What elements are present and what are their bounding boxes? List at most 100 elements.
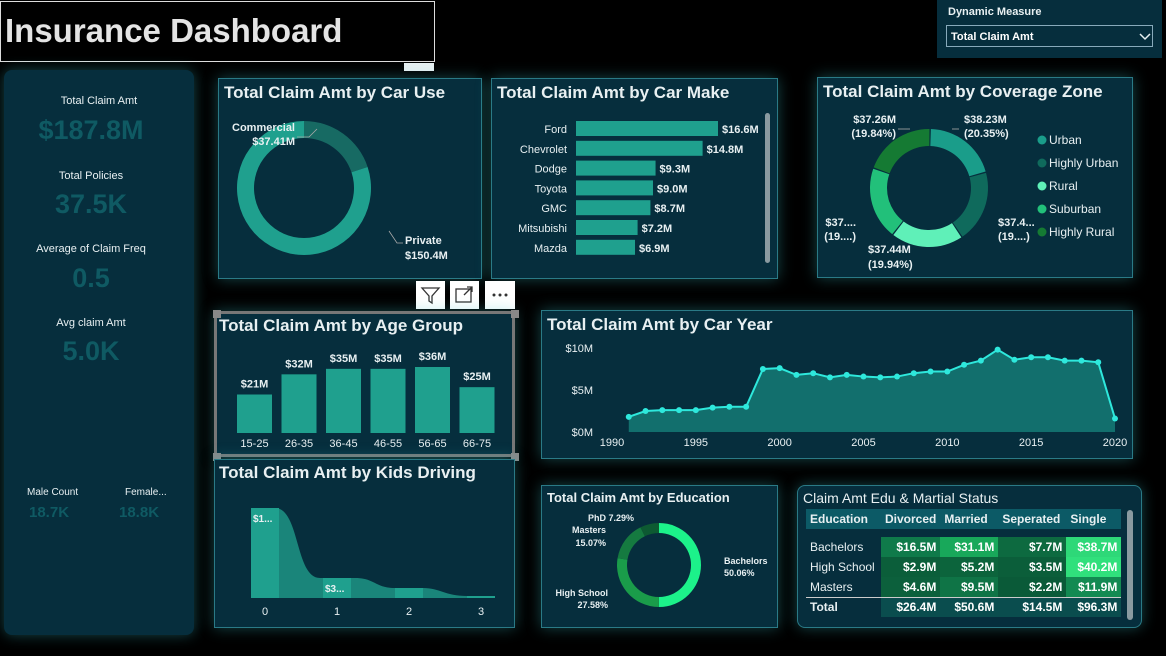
area-fill (628, 349, 1115, 432)
table-cell: $26.4M (881, 596, 941, 617)
scrollbar[interactable] (1127, 510, 1133, 620)
bar-value-label: $3... (325, 584, 345, 595)
scrollbar[interactable] (765, 113, 770, 263)
column-header[interactable]: Divorced (881, 509, 941, 529)
x-tick-label: 66-75 (463, 438, 491, 450)
data-point (743, 403, 750, 410)
car-year-chart[interactable]: Total Claim Amt by Car Year $0M $5M $10M 19… (541, 310, 1133, 459)
car-make-bars-svg: Ford $16.6M Chevrolet $14.8M Dodge $9.3M Toyot… (518, 121, 759, 255)
male-count-value: 18.7K (29, 504, 70, 521)
column-header[interactable]: Married (940, 509, 999, 529)
table-cell: $4.6M (881, 577, 941, 597)
age-group-bars-svg: $21M 15-25 $32M 26-35 $35M 36-45 $35M 46-55 $36M… (213, 310, 519, 461)
slice-label: (19.94%) (868, 259, 913, 271)
slice-label: (19....) (998, 231, 1030, 243)
slice-label: $38.23M (964, 114, 1007, 126)
kpi-label: Avg claim Amt (56, 317, 126, 329)
kpi-label: Total Policies (58, 170, 124, 182)
table-cell: $5.2M (940, 557, 999, 577)
bar (395, 588, 423, 598)
slice-label: 50.06% (724, 568, 755, 578)
bar-category-label: GMC (541, 203, 567, 215)
legend-label: Highly Rural (1049, 225, 1114, 239)
data-point (1044, 354, 1051, 361)
table-row: High School $2.9M $5.2M $3.5M $40.2M (806, 557, 1122, 577)
kpi-panel: Total Claim Amt $187.8M Total Policies 3… (4, 70, 194, 635)
car-year-area-svg: $0M $5M $10M 1990 1995 2000 2005 2010 2015 2020 (565, 343, 1127, 449)
bar-value-label: $36M (419, 351, 447, 363)
filter-icon[interactable] (416, 281, 445, 309)
legend-label: Rural (1049, 179, 1078, 193)
bar-value-label: $6.9M (639, 243, 670, 255)
table-cell: $2.2M (998, 577, 1067, 597)
slice-label: $150.4M (405, 250, 448, 262)
x-tick-label: 0 (262, 606, 268, 618)
bar-value-label: $16.6M (722, 124, 759, 136)
bar (576, 200, 651, 216)
data-point (625, 413, 632, 420)
data-point (659, 407, 666, 414)
legend-marker (1037, 227, 1047, 237)
bar-value-label: $35M (330, 353, 358, 365)
bar (576, 239, 636, 255)
data-point (642, 408, 649, 414)
data-point (977, 357, 984, 364)
slicer-dropdown[interactable]: Total Claim Amt (946, 25, 1153, 47)
table-cell: $3.5M (998, 557, 1067, 577)
data-point (709, 404, 716, 411)
kpi-value: $187.8M (38, 115, 144, 145)
bar (576, 220, 638, 235)
column-header[interactable]: Single (1066, 509, 1122, 529)
age-group-chart[interactable]: Total Claim Amt by Age Group $21M 15-25 $3… (213, 310, 519, 461)
kids-driving-chart[interactable]: Total Claim Amt by Kids Driving $1... $3.… (214, 459, 515, 628)
education-donut-svg: Bachelors 50.06% High School 27.58% Masters 1… (556, 513, 768, 610)
bar-value-label: $21M (241, 379, 269, 391)
bar (576, 121, 718, 136)
bar-value-label: $32M (285, 358, 313, 370)
coverage-zone-donut-svg: $38.23M (20.35%) $37.4... (19....) $37.44M (1… (824, 114, 1118, 271)
column-header[interactable]: Seperated (998, 509, 1067, 529)
car-use-chart[interactable]: Total Claim Amt by Car Use Commercial $37… (218, 78, 482, 279)
data-point (793, 371, 800, 378)
legend-marker (1037, 181, 1047, 191)
resize-handle (213, 310, 221, 318)
table-cell: $16.5M (881, 537, 941, 557)
male-count-label: Male Count (27, 487, 79, 498)
education-chart[interactable]: Total Claim Amt by Education Bachelors 50… (541, 485, 778, 628)
legend-marker (1037, 204, 1047, 214)
page-title: Insurance Dashboard (5, 12, 343, 49)
donut-slice (658, 523, 701, 607)
data-point (810, 370, 817, 377)
bar (576, 180, 653, 196)
slice-label: Private (405, 235, 442, 247)
data-point (927, 368, 934, 375)
bar-value-label: $9.3M (660, 164, 691, 176)
bar-category-label: Toyota (535, 183, 568, 195)
data-point (676, 407, 683, 414)
bar (415, 367, 450, 433)
focus-mode-icon[interactable] (450, 281, 479, 309)
chart-title: Claim Amt Edu & Martial Status (803, 490, 999, 506)
coverage-zone-chart[interactable]: Total Claim Amt by Coverage Zone $38.23M… (817, 77, 1133, 278)
slice-label: (19.84%) (851, 128, 896, 140)
data-point (692, 407, 699, 414)
bar-category-label: Dodge (535, 164, 567, 176)
x-tick-label: 1 (334, 606, 340, 618)
kids-driving-area-svg: $1... $3... 0 1 2 3 (251, 508, 495, 618)
slice-label: Bachelors (724, 556, 768, 566)
column-header[interactable]: Education (806, 509, 881, 529)
bar (326, 368, 361, 433)
bar-category-label: Mitsubishi (518, 223, 567, 235)
slice-label: High School (556, 588, 609, 598)
bar-value-label: $35M (374, 353, 402, 365)
legend-marker (1037, 158, 1047, 168)
data-point (910, 370, 917, 377)
data-point (894, 373, 901, 380)
slicer-label: Dynamic Measure (948, 6, 1042, 18)
legend-label: Urban (1049, 133, 1082, 147)
x-tick-label: 46-55 (374, 438, 402, 450)
dynamic-measure-slicer: Dynamic Measure Total Claim Amt (937, 0, 1162, 58)
more-options-icon[interactable] (485, 281, 515, 309)
car-make-chart[interactable]: Total Claim Amt by Car Make Ford $16.6M Ch… (491, 78, 778, 279)
edu-marital-matrix[interactable]: Claim Amt Edu & Martial Status Education… (797, 485, 1142, 628)
